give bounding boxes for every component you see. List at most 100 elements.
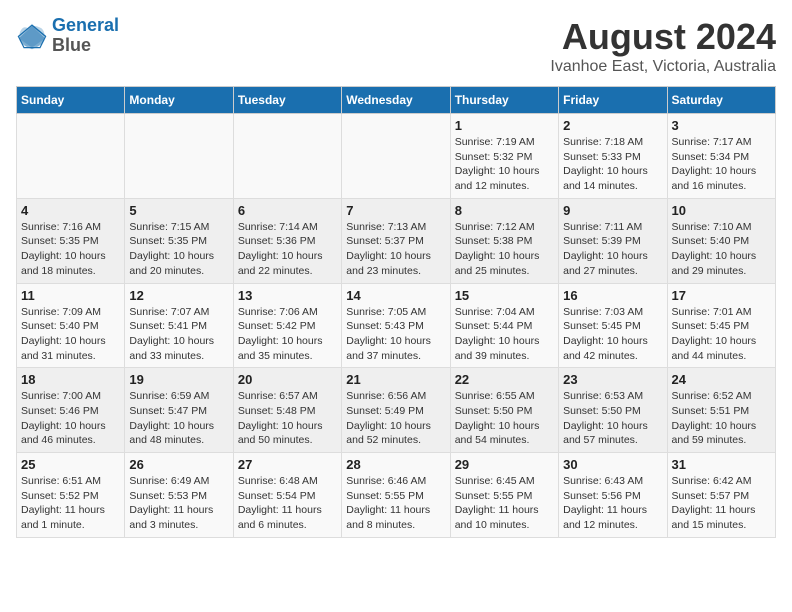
header-thursday: Thursday <box>450 87 558 114</box>
title-block: August 2024 Ivanhoe East, Victoria, Aust… <box>550 16 776 76</box>
day-number: 19 <box>129 372 228 387</box>
logo-text: General Blue <box>52 16 119 56</box>
day-info: Sunrise: 6:57 AMSunset: 5:48 PMDaylight:… <box>238 389 337 448</box>
day-number: 27 <box>238 457 337 472</box>
day-info: Sunrise: 7:12 AMSunset: 5:38 PMDaylight:… <box>455 220 554 279</box>
day-info: Sunrise: 7:05 AMSunset: 5:43 PMDaylight:… <box>346 305 445 364</box>
day-number: 24 <box>672 372 771 387</box>
day-number: 3 <box>672 118 771 133</box>
calendar-cell-w4-d7: 24 Sunrise: 6:52 AMSunset: 5:51 PMDayligh… <box>667 368 775 453</box>
day-number: 5 <box>129 203 228 218</box>
calendar-header-row: SundayMondayTuesdayWednesdayThursdayFrid… <box>17 87 776 114</box>
header-sunday: Sunday <box>17 87 125 114</box>
calendar-cell-w3-d5: 15 Sunrise: 7:04 AMSunset: 5:44 PMDayligh… <box>450 283 558 368</box>
calendar-cell-w5-d5: 29Sunrise: 6:45 AMSunset: 5:55 PMDayligh… <box>450 453 558 538</box>
day-number: 16 <box>563 288 662 303</box>
day-info: Sunrise: 7:14 AMSunset: 5:36 PMDaylight:… <box>238 220 337 279</box>
day-info: Sunrise: 7:11 AMSunset: 5:39 PMDaylight:… <box>563 220 662 279</box>
day-info: Sunrise: 7:00 AMSunset: 5:46 PMDaylight:… <box>21 389 120 448</box>
calendar-cell-w1-d5: 1Sunrise: 7:19 AMSunset: 5:32 PMDaylight… <box>450 114 558 199</box>
calendar-cell-w3-d6: 16 Sunrise: 7:03 AMSunset: 5:45 PMDayligh… <box>559 283 667 368</box>
day-number: 30 <box>563 457 662 472</box>
day-info: Sunrise: 6:46 AMSunset: 5:55 PMDaylight:… <box>346 474 445 533</box>
calendar-cell-w5-d3: 27 Sunrise: 6:48 AMSunset: 5:54 PMDayligh… <box>233 453 341 538</box>
page-header: General Blue August 2024 Ivanhoe East, V… <box>16 16 776 76</box>
day-info: Sunrise: 7:01 AMSunset: 5:45 PMDaylight:… <box>672 305 771 364</box>
day-number: 26 <box>129 457 228 472</box>
header-monday: Monday <box>125 87 233 114</box>
calendar-cell-w5-d7: 31Sunrise: 6:42 AMSunset: 5:57 PMDayligh… <box>667 453 775 538</box>
logo-icon <box>16 22 48 50</box>
calendar-cell-w3-d7: 17 Sunrise: 7:01 AMSunset: 5:45 PMDayligh… <box>667 283 775 368</box>
day-number: 15 <box>455 288 554 303</box>
day-info: Sunrise: 6:48 AMSunset: 5:54 PMDaylight:… <box>238 474 337 533</box>
day-number: 23 <box>563 372 662 387</box>
day-info: Sunrise: 7:09 AMSunset: 5:40 PMDaylight:… <box>21 305 120 364</box>
week-row-1: 1Sunrise: 7:19 AMSunset: 5:32 PMDaylight… <box>17 114 776 199</box>
day-number: 31 <box>672 457 771 472</box>
calendar-cell-w1-d3 <box>233 114 341 199</box>
day-info: Sunrise: 6:53 AMSunset: 5:50 PMDaylight:… <box>563 389 662 448</box>
day-info: Sunrise: 6:49 AMSunset: 5:53 PMDaylight:… <box>129 474 228 533</box>
calendar-cell-w4-d6: 23 Sunrise: 6:53 AMSunset: 5:50 PMDayligh… <box>559 368 667 453</box>
calendar-cell-w5-d2: 26 Sunrise: 6:49 AMSunset: 5:53 PMDayligh… <box>125 453 233 538</box>
day-number: 14 <box>346 288 445 303</box>
calendar-cell-w5-d6: 30 Sunrise: 6:43 AMSunset: 5:56 PMDayligh… <box>559 453 667 538</box>
week-row-2: 4Sunrise: 7:16 AMSunset: 5:35 PMDaylight… <box>17 198 776 283</box>
calendar-table: SundayMondayTuesdayWednesdayThursdayFrid… <box>16 86 776 538</box>
calendar-cell-w4-d3: 20 Sunrise: 6:57 AMSunset: 5:48 PMDayligh… <box>233 368 341 453</box>
calendar-cell-w2-d3: 6 Sunrise: 7:14 AMSunset: 5:36 PMDaylight… <box>233 198 341 283</box>
calendar-cell-w1-d7: 3 Sunrise: 7:17 AMSunset: 5:34 PMDaylight… <box>667 114 775 199</box>
calendar-cell-w5-d4: 28 Sunrise: 6:46 AMSunset: 5:55 PMDayligh… <box>342 453 450 538</box>
day-info: Sunrise: 6:56 AMSunset: 5:49 PMDaylight:… <box>346 389 445 448</box>
header-wednesday: Wednesday <box>342 87 450 114</box>
day-number: 18 <box>21 372 120 387</box>
calendar-cell-w2-d7: 10Sunrise: 7:10 AMSunset: 5:40 PMDayligh… <box>667 198 775 283</box>
logo: General Blue <box>16 16 119 56</box>
day-info: Sunrise: 7:16 AMSunset: 5:35 PMDaylight:… <box>21 220 120 279</box>
week-row-4: 18 Sunrise: 7:00 AMSunset: 5:46 PMDayligh… <box>17 368 776 453</box>
calendar-cell-w2-d4: 7 Sunrise: 7:13 AMSunset: 5:37 PMDaylight… <box>342 198 450 283</box>
calendar-cell-w2-d2: 5 Sunrise: 7:15 AMSunset: 5:35 PMDaylight… <box>125 198 233 283</box>
day-number: 9 <box>563 203 662 218</box>
day-number: 21 <box>346 372 445 387</box>
header-tuesday: Tuesday <box>233 87 341 114</box>
day-info: Sunrise: 7:13 AMSunset: 5:37 PMDaylight:… <box>346 220 445 279</box>
day-info: Sunrise: 7:03 AMSunset: 5:45 PMDaylight:… <box>563 305 662 364</box>
day-number: 17 <box>672 288 771 303</box>
day-number: 28 <box>346 457 445 472</box>
day-info: Sunrise: 6:43 AMSunset: 5:56 PMDaylight:… <box>563 474 662 533</box>
day-number: 22 <box>455 372 554 387</box>
day-number: 12 <box>129 288 228 303</box>
day-info: Sunrise: 6:55 AMSunset: 5:50 PMDaylight:… <box>455 389 554 448</box>
calendar-cell-w3-d3: 13Sunrise: 7:06 AMSunset: 5:42 PMDayligh… <box>233 283 341 368</box>
day-info: Sunrise: 6:51 AMSunset: 5:52 PMDaylight:… <box>21 474 120 533</box>
main-title: August 2024 <box>550 16 776 58</box>
header-saturday: Saturday <box>667 87 775 114</box>
day-info: Sunrise: 7:04 AMSunset: 5:44 PMDaylight:… <box>455 305 554 364</box>
day-info: Sunrise: 7:15 AMSunset: 5:35 PMDaylight:… <box>129 220 228 279</box>
day-number: 25 <box>21 457 120 472</box>
calendar-cell-w2-d6: 9 Sunrise: 7:11 AMSunset: 5:39 PMDaylight… <box>559 198 667 283</box>
calendar-cell-w3-d1: 11Sunrise: 7:09 AMSunset: 5:40 PMDayligh… <box>17 283 125 368</box>
day-number: 29 <box>455 457 554 472</box>
calendar-cell-w3-d2: 12Sunrise: 7:07 AMSunset: 5:41 PMDayligh… <box>125 283 233 368</box>
day-number: 7 <box>346 203 445 218</box>
week-row-3: 11Sunrise: 7:09 AMSunset: 5:40 PMDayligh… <box>17 283 776 368</box>
day-number: 20 <box>238 372 337 387</box>
day-info: Sunrise: 7:19 AMSunset: 5:32 PMDaylight:… <box>455 135 554 194</box>
day-info: Sunrise: 7:10 AMSunset: 5:40 PMDaylight:… <box>672 220 771 279</box>
day-number: 6 <box>238 203 337 218</box>
day-info: Sunrise: 6:59 AMSunset: 5:47 PMDaylight:… <box>129 389 228 448</box>
calendar-cell-w4-d2: 19 Sunrise: 6:59 AMSunset: 5:47 PMDayligh… <box>125 368 233 453</box>
calendar-cell-w2-d1: 4Sunrise: 7:16 AMSunset: 5:35 PMDaylight… <box>17 198 125 283</box>
day-info: Sunrise: 7:17 AMSunset: 5:34 PMDaylight:… <box>672 135 771 194</box>
calendar-cell-w2-d5: 8 Sunrise: 7:12 AMSunset: 5:38 PMDaylight… <box>450 198 558 283</box>
day-info: Sunrise: 7:18 AMSunset: 5:33 PMDaylight:… <box>563 135 662 194</box>
day-info: Sunrise: 6:52 AMSunset: 5:51 PMDaylight:… <box>672 389 771 448</box>
calendar-cell-w3-d4: 14 Sunrise: 7:05 AMSunset: 5:43 PMDayligh… <box>342 283 450 368</box>
day-number: 13 <box>238 288 337 303</box>
calendar-cell-w1-d2 <box>125 114 233 199</box>
subtitle: Ivanhoe East, Victoria, Australia <box>550 58 776 76</box>
day-number: 8 <box>455 203 554 218</box>
